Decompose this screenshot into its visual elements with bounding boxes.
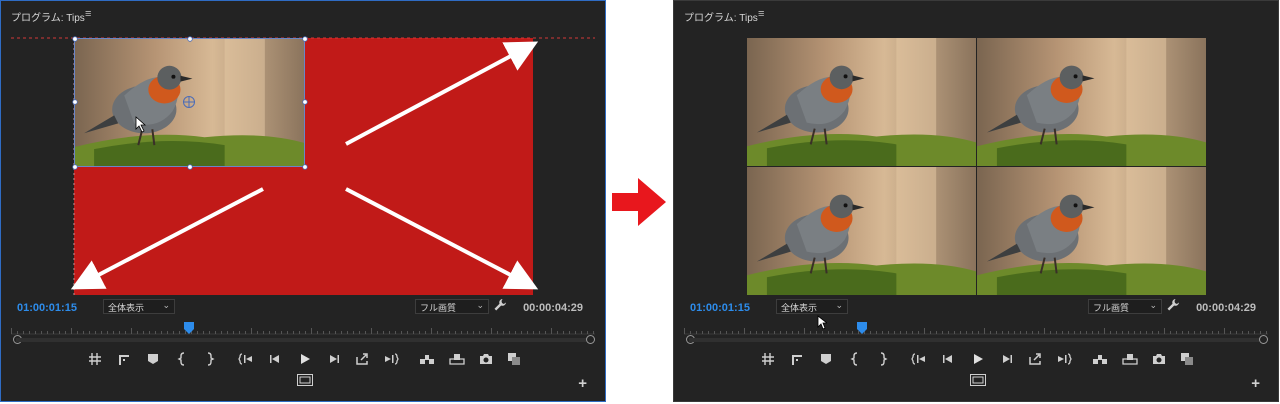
scrollbar-end-handle[interactable] [586, 335, 595, 344]
marker-add-icon[interactable] [760, 351, 776, 367]
duration-timecode: 00:00:04:29 [523, 302, 583, 314]
hamburger-icon[interactable]: ≡ [85, 8, 91, 20]
mark-out-icon[interactable] [874, 351, 890, 367]
go-to-out-icon[interactable] [1056, 351, 1072, 367]
overwrite-icon[interactable] [449, 351, 465, 367]
shuttle-icon[interactable] [355, 351, 371, 367]
zoom-scrollbar[interactable] [689, 338, 1265, 342]
video-viewer[interactable] [674, 27, 1278, 297]
scrollbar-end-handle[interactable] [1259, 335, 1268, 344]
compare-icon[interactable] [506, 351, 522, 367]
chevron-down-icon: ⌄ [835, 300, 843, 310]
zoom-scrollbar[interactable] [16, 338, 592, 342]
wrench-icon[interactable] [493, 298, 507, 312]
insert-icon[interactable] [1092, 351, 1108, 367]
button-editor-plus-icon[interactable]: + [578, 375, 587, 392]
marker-icon[interactable] [145, 351, 161, 367]
mark-out-icon[interactable] [201, 351, 217, 367]
overwrite-icon[interactable] [1122, 351, 1138, 367]
go-to-in-icon[interactable] [238, 351, 254, 367]
step-back-icon[interactable] [940, 351, 956, 367]
play-icon[interactable] [970, 351, 986, 367]
panel-header: プログラム: Tips ≡ [1, 1, 605, 27]
transport-controls [1, 351, 605, 367]
chevron-down-icon: ⌄ [162, 300, 170, 310]
zoom-level-select[interactable]: 全体表示 ⌄ [776, 299, 848, 314]
transport-controls [674, 351, 1278, 367]
mark-in-icon[interactable] [175, 351, 191, 367]
mark-in-icon-ruler[interactable] [790, 351, 806, 367]
panel-title: プログラム: Tips [11, 13, 85, 24]
duration-timecode: 00:00:04:29 [1196, 302, 1256, 314]
zoom-level-select[interactable]: 全体表示 ⌄ [103, 299, 175, 314]
resolution-value: フル画質 [420, 303, 457, 313]
panel-header: プログラム: Tips ≡ [674, 1, 1278, 27]
go-to-out-icon[interactable] [383, 351, 399, 367]
time-ruler[interactable] [11, 321, 595, 335]
step-back-icon[interactable] [267, 351, 283, 367]
resolution-value: フル画質 [1093, 303, 1130, 313]
playback-resolution-select[interactable]: フル画質 ⌄ [1088, 299, 1162, 314]
compare-icon[interactable] [1179, 351, 1195, 367]
play-icon[interactable] [297, 351, 313, 367]
chevron-down-icon: ⌄ [476, 300, 484, 310]
marker-icon[interactable] [818, 351, 834, 367]
button-editor-plus-icon[interactable]: + [1251, 375, 1260, 392]
hamburger-icon[interactable]: ≡ [758, 8, 764, 20]
panel-title: プログラム: Tips [684, 13, 758, 24]
playhead-icon[interactable] [183, 322, 194, 334]
wrench-icon[interactable] [1166, 298, 1180, 312]
program-monitor-right: プログラム: Tips ≡ 01:00:01:15 全体表示 ⌄ フル画質 ⌄ … [673, 0, 1279, 402]
chevron-down-icon: ⌄ [1149, 300, 1157, 310]
shuttle-icon[interactable] [1028, 351, 1044, 367]
zoom-level-value: 全体表示 [781, 303, 818, 313]
step-forward-icon[interactable] [999, 351, 1015, 367]
mark-in-icon-ruler[interactable] [117, 351, 133, 367]
playback-resolution-select[interactable]: フル画質 ⌄ [415, 299, 489, 314]
red-right-arrow-icon [612, 178, 666, 226]
export-frame-icon[interactable] [1151, 351, 1167, 367]
insert-icon[interactable] [419, 351, 435, 367]
time-ruler[interactable] [684, 321, 1268, 335]
program-monitor-left: プログラム: Tips ≡ 01:00:01:15 全体表示 ⌄ フル画質 ⌄ … [0, 0, 606, 402]
step-forward-icon[interactable] [326, 351, 342, 367]
playhead-icon[interactable] [856, 322, 867, 334]
go-to-in-icon[interactable] [911, 351, 927, 367]
safe-margins-icon[interactable] [297, 374, 313, 386]
export-frame-icon[interactable] [478, 351, 494, 367]
mouse-cursor-icon [817, 315, 827, 330]
current-timecode[interactable]: 01:00:01:15 [17, 302, 77, 314]
current-timecode[interactable]: 01:00:01:15 [690, 302, 750, 314]
mark-in-icon[interactable] [848, 351, 864, 367]
zoom-level-value: 全体表示 [108, 303, 145, 313]
safe-margins-icon[interactable] [970, 374, 986, 386]
marker-add-icon[interactable] [87, 351, 103, 367]
video-viewer[interactable] [1, 27, 605, 297]
